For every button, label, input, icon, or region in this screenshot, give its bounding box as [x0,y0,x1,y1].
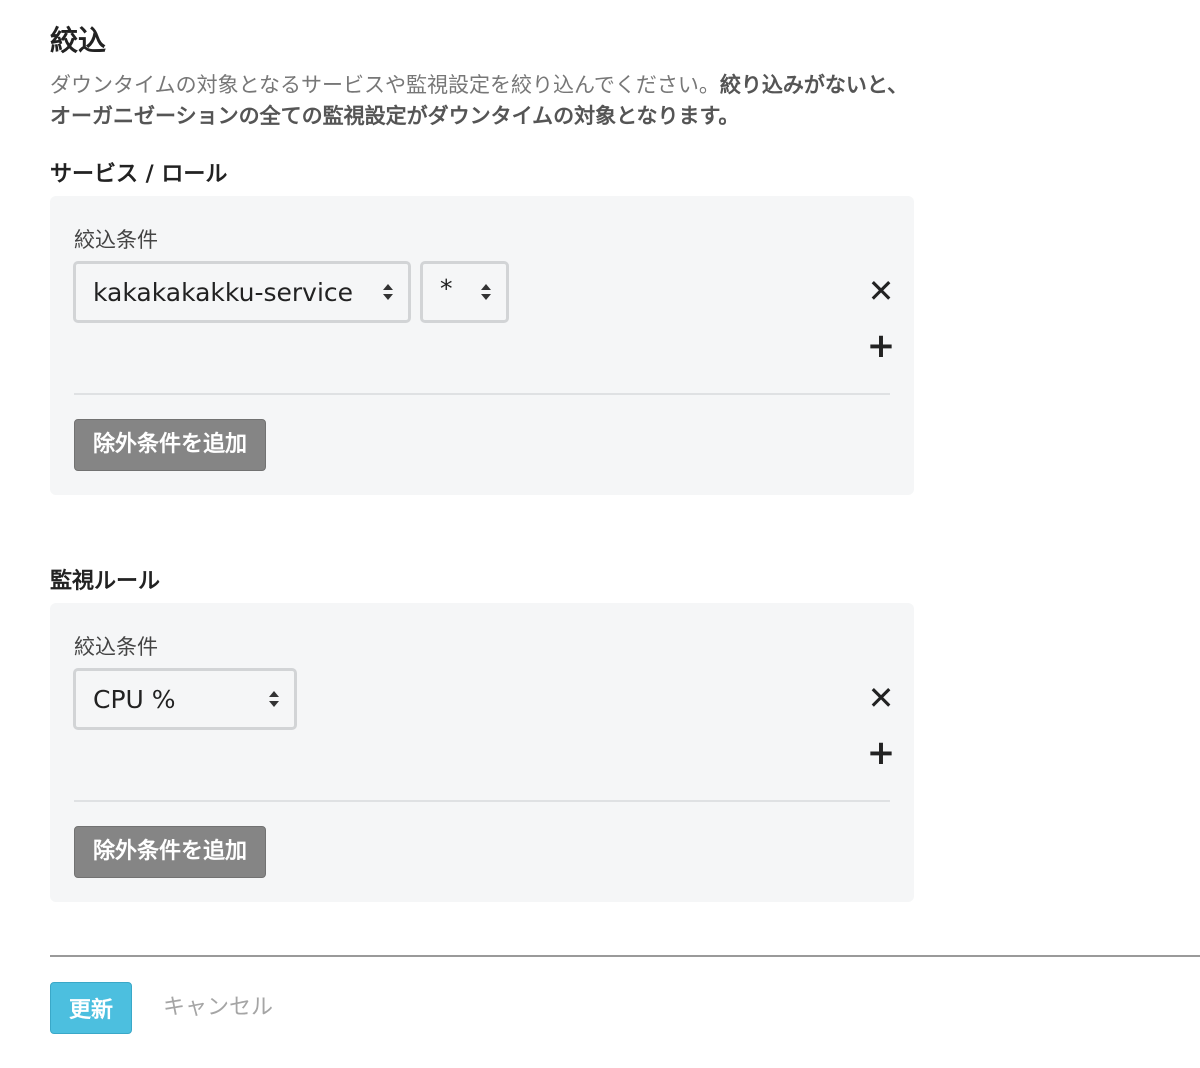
service-filter-panel: 絞込条件 kakakakakku-service * ✕ + 除外条件を追加 [50,196,914,495]
filter-description: ダウンタイムの対象となるサービスや監視設定を絞り込んでください。絞り込みがないと… [50,70,920,132]
cancel-link[interactable]: キャンセル [163,993,273,1023]
service-select-value: kakakakakku-service [93,277,354,307]
update-button[interactable]: 更新 [50,982,132,1034]
monitor-filter-panel: 絞込条件 CPU % ✕ + 除外条件を追加 [50,603,914,902]
monitor-section-title: 監視ルール [50,569,161,594]
divider [74,800,890,802]
add-condition-icon[interactable]: + [867,329,896,363]
service-section-title: サービス / ロール [50,162,228,187]
role-select-value: * [440,273,453,303]
footer-divider [50,955,1200,957]
add-exclusion-button[interactable]: 除外条件を追加 [74,826,267,878]
page-title: 絞込 [50,24,107,57]
service-condition-label: 絞込条件 [74,228,158,252]
select-arrows-icon [480,281,492,303]
monitor-condition-label: 絞込条件 [74,635,158,659]
remove-condition-icon[interactable]: ✕ [868,682,895,714]
select-arrows-icon [382,281,394,303]
monitor-select[interactable]: CPU % [73,668,297,730]
role-select[interactable]: * [420,261,509,323]
divider [74,393,890,395]
add-exclusion-button[interactable]: 除外条件を追加 [74,419,267,471]
description-normal-text: ダウンタイムの対象となるサービスや監視設定を絞り込んでください。 [50,73,720,97]
service-select[interactable]: kakakakakku-service [73,261,411,323]
add-condition-icon[interactable]: + [867,736,896,770]
monitor-select-value: CPU % [93,684,176,714]
select-arrows-icon [268,688,280,710]
remove-condition-icon[interactable]: ✕ [868,275,895,307]
